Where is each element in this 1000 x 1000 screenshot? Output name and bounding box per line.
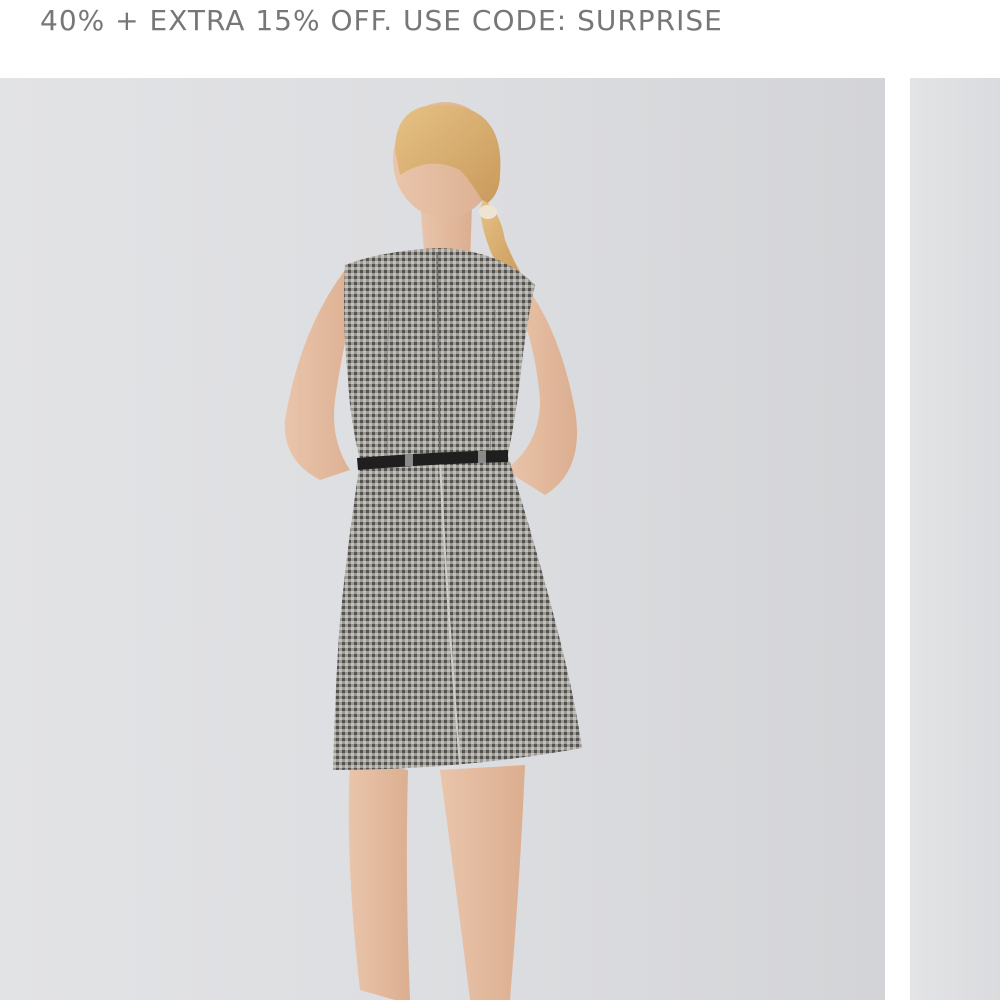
product-image-gallery[interactable]	[0, 78, 1000, 1000]
model-photo	[284, 102, 582, 1000]
promo-banner: 40% + EXTRA 15% OFF. USE CODE: SURPRISE	[40, 0, 723, 40]
product-image-next[interactable]	[910, 78, 1000, 1000]
promo-text: 40% + EXTRA 15% OFF. USE CODE: SURPRISE	[40, 3, 723, 37]
product-image-main[interactable]	[0, 78, 885, 1000]
